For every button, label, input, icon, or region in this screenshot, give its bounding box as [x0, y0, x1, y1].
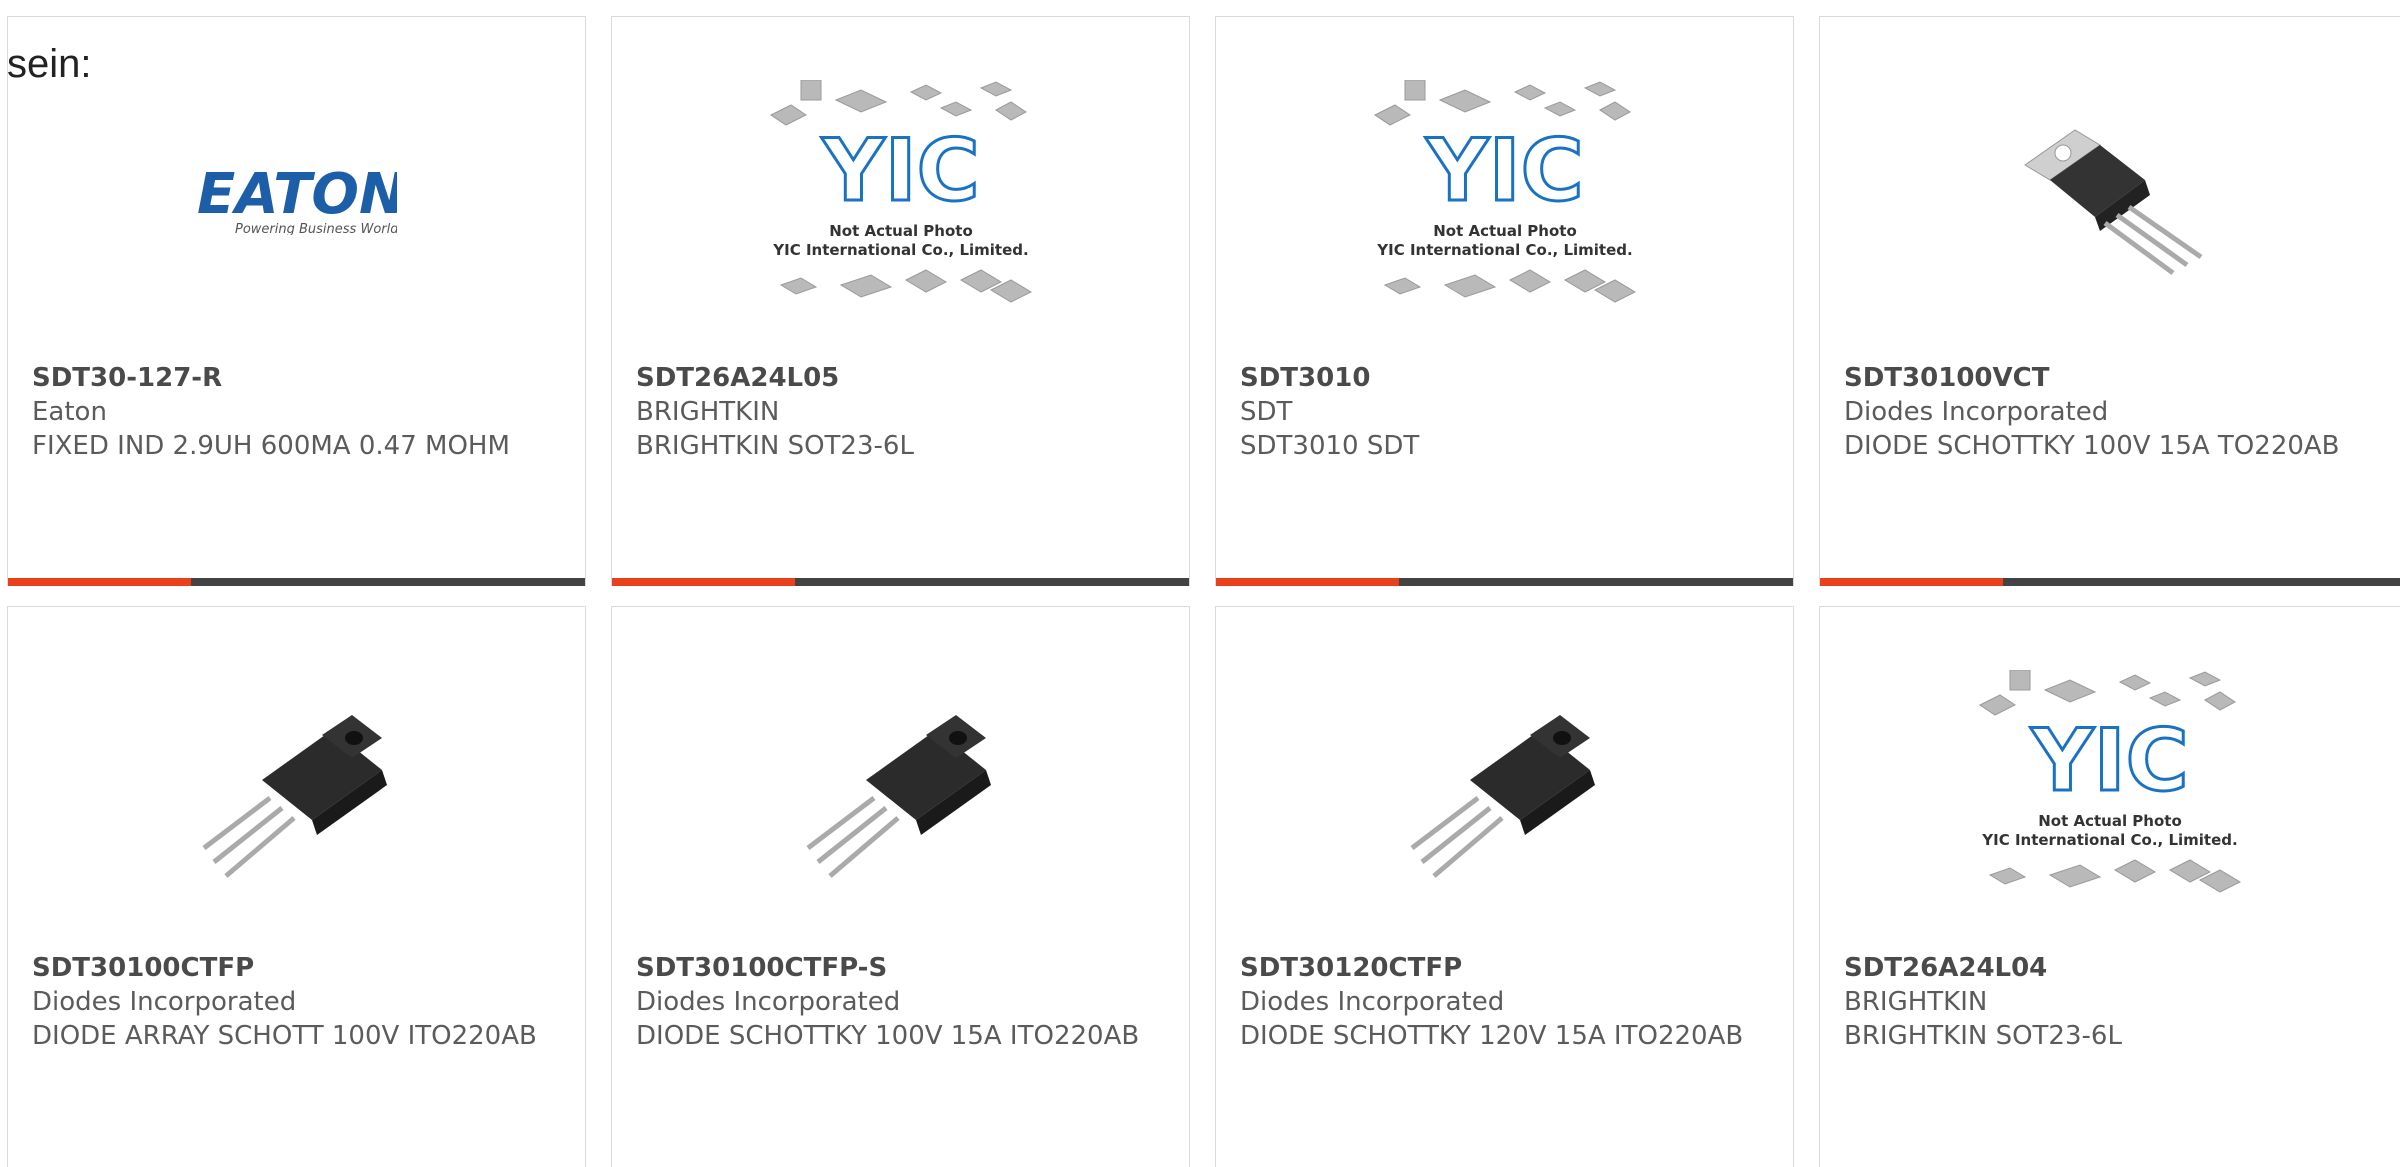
product-image[interactable] [1216, 685, 1793, 895]
part-number[interactable]: SDT30-127-R [32, 361, 565, 395]
part-number[interactable]: SDT30100CTFP [32, 951, 565, 985]
product-card[interactable]: SDT30100CTFP-S Diodes Incorporated DIODE… [611, 606, 1190, 1167]
svg-text:YIC International Co., Limited: YIC International Co., Limited. [1981, 831, 2237, 849]
svg-text:YIC: YIC [821, 121, 979, 221]
part-number[interactable]: SDT26A24L05 [636, 361, 1169, 395]
product-card[interactable]: YIC Not Actual Photo YIC International C… [1819, 606, 2400, 1167]
not-actual-photo-icon: YIC Not Actual Photo YIC International C… [769, 80, 1032, 303]
card-bottom-bar [1216, 578, 1793, 586]
manufacturer: BRIGHTKIN [636, 397, 780, 427]
ito220-package-icon [805, 715, 991, 878]
svg-text:Not Actual Photo: Not Actual Photo [829, 222, 973, 240]
product-card[interactable]: SDT30100CTFP Diodes Incorporated DIODE A… [7, 606, 586, 1167]
card-bottom-bar [1820, 578, 2400, 586]
product-card[interactable]: YIC Not Actual Photo YIC International C… [611, 16, 1190, 586]
description: SDT3010 SDT [1240, 431, 1420, 461]
accent-bar [1820, 578, 2003, 586]
not-actual-photo-icon: YIC Not Actual Photo YIC International C… [1373, 80, 1636, 303]
product-info: SDT30100CTFP Diodes Incorporated DIODE A… [32, 951, 565, 1053]
product-info: SDT30100VCT Diodes Incorporated DIODE SC… [1844, 361, 2380, 463]
product-info: SDT3010 SDT SDT3010 SDT [1240, 361, 1773, 463]
accent-bar [8, 578, 191, 586]
part-number[interactable]: SDT3010 [1240, 361, 1773, 395]
product-grid: EATON Powering Business Worldwide SDT30-… [0, 0, 2400, 1167]
ito220-package-icon [201, 715, 387, 878]
manufacturer: SDT [1240, 397, 1293, 427]
product-image[interactable] [1820, 95, 2400, 305]
product-info: SDT26A24L05 BRIGHTKIN BRIGHTKIN SOT23-6L [636, 361, 1169, 463]
product-image[interactable]: YIC Not Actual Photo YIC International C… [1216, 80, 1793, 305]
manufacturer: Diodes Incorporated [636, 987, 901, 1017]
manufacturer: Diodes Incorporated [1240, 987, 1505, 1017]
eaton-logo-icon: EATON Powering Business Worldwide [197, 165, 397, 235]
part-number[interactable]: SDT30120CTFP [1240, 951, 1773, 985]
product-card[interactable]: SDT30120CTFP Diodes Incorporated DIODE S… [1215, 606, 1794, 1167]
not-actual-photo-icon: YIC Not Actual Photo YIC International C… [1979, 670, 2242, 893]
card-bottom-bar [612, 578, 1189, 586]
svg-text:EATON: EATON [197, 165, 397, 227]
description: DIODE SCHOTTKY 100V 15A TO220AB [1844, 431, 2340, 461]
description: DIODE SCHOTTKY 120V 15A ITO220AB [1240, 1021, 1744, 1051]
svg-text:Not Actual Photo: Not Actual Photo [1433, 222, 1577, 240]
svg-text:YIC: YIC [2030, 711, 2188, 811]
product-image[interactable]: EATON Powering Business Worldwide [8, 95, 585, 305]
accent-bar [612, 578, 795, 586]
svg-text:Powering Business Worldwide: Powering Business Worldwide [235, 222, 397, 235]
product-info: SDT30-127-R Eaton FIXED IND 2.9UH 600MA … [32, 361, 565, 463]
product-image[interactable]: YIC Not Actual Photo YIC International C… [612, 80, 1189, 305]
svg-text:Not Actual Photo: Not Actual Photo [2038, 812, 2182, 830]
product-card[interactable]: EATON Powering Business Worldwide SDT30-… [7, 16, 586, 586]
product-card[interactable]: YIC Not Actual Photo YIC International C… [1215, 16, 1794, 586]
svg-text:YIC International Co., Limited: YIC International Co., Limited. [1376, 241, 1632, 259]
product-image[interactable]: YIC Not Actual Photo YIC International C… [1820, 670, 2400, 895]
description: DIODE ARRAY SCHOTT 100V ITO220AB [32, 1021, 537, 1051]
description: FIXED IND 2.9UH 600MA 0.47 MOHM [32, 431, 510, 461]
product-image[interactable] [612, 685, 1189, 895]
part-number[interactable]: SDT26A24L04 [1844, 951, 2380, 985]
description: DIODE SCHOTTKY 100V 15A ITO220AB [636, 1021, 1140, 1051]
manufacturer: BRIGHTKIN [1844, 987, 1988, 1017]
svg-text:YIC: YIC [1425, 121, 1583, 221]
product-info: SDT30120CTFP Diodes Incorporated DIODE S… [1240, 951, 1773, 1053]
accent-bar [1216, 578, 1399, 586]
description: BRIGHTKIN SOT23-6L [636, 431, 914, 461]
manufacturer: Diodes Incorporated [32, 987, 297, 1017]
manufacturer: Diodes Incorporated [1844, 397, 2109, 427]
to220-package-icon [2024, 129, 2203, 276]
product-info: SDT26A24L04 BRIGHTKIN BRIGHTKIN SOT23-6L [1844, 951, 2380, 1053]
product-card[interactable]: SDT30100VCT Diodes Incorporated DIODE SC… [1819, 16, 2400, 586]
manufacturer: Eaton [32, 397, 107, 427]
part-number[interactable]: SDT30100CTFP-S [636, 951, 1169, 985]
product-info: SDT30100CTFP-S Diodes Incorporated DIODE… [636, 951, 1169, 1053]
part-number[interactable]: SDT30100VCT [1844, 361, 2380, 395]
description: BRIGHTKIN SOT23-6L [1844, 1021, 2122, 1051]
ito220-package-icon [1409, 715, 1595, 878]
product-image[interactable] [8, 685, 585, 895]
intro-text: sein: [7, 42, 92, 86]
svg-text:YIC International Co., Limited: YIC International Co., Limited. [772, 241, 1028, 259]
card-bottom-bar [8, 578, 585, 586]
